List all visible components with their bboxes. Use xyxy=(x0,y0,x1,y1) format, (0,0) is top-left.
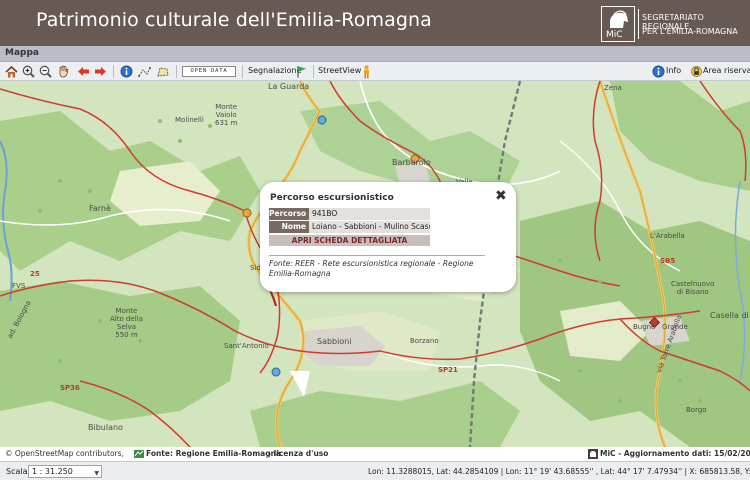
open-data-badge: OPEN DATA xyxy=(182,66,236,77)
place-label: Monte Alto della Selva 550 m xyxy=(110,307,143,339)
info-icon xyxy=(652,65,664,78)
place-label: Farnè xyxy=(89,204,111,213)
reserved-area-link[interactable]: Area riservata xyxy=(703,66,750,75)
open-data-button[interactable]: OPEN DATA xyxy=(181,64,237,79)
measure-line-button[interactable] xyxy=(137,64,151,79)
map-attribution: © OpenStreetMap contributors, Fonte: Reg… xyxy=(0,447,750,461)
road-label: 25 xyxy=(30,270,40,278)
segnalazione-link[interactable]: Segnalazione xyxy=(248,66,301,75)
road-label: SP21 xyxy=(438,366,458,374)
popup-tail xyxy=(290,371,310,397)
measure-line-icon xyxy=(137,66,151,77)
coordinates-readout: Lon: 11.3288015, Lat: 44.2854109 | Lon: … xyxy=(368,467,750,476)
open-detail-sheet-button[interactable]: APRI SCHEDA DETTAGLIATA xyxy=(269,235,430,246)
logo-divider xyxy=(638,9,639,39)
home-button[interactable] xyxy=(4,64,18,79)
place-label: Molinelli xyxy=(175,116,204,124)
streetview-link[interactable]: StreetView xyxy=(318,66,361,75)
mic-logo[interactable]: MiC xyxy=(601,6,635,42)
green-flag-icon xyxy=(297,66,306,78)
popup-source-text: Fonte: REER - Rete escursionistica regio… xyxy=(269,259,474,278)
arrow-right-icon xyxy=(94,67,106,76)
place-label: Borgo xyxy=(686,406,707,414)
scale-value: 1 : 31.250 xyxy=(32,467,73,476)
place-label: Bugne xyxy=(633,323,656,331)
previous-extent-button[interactable] xyxy=(76,64,90,79)
place-label: Castelnuovo di Bisano xyxy=(671,280,715,296)
measure-area-button[interactable] xyxy=(155,64,169,79)
feature-popup: Percorso escursionistico ✖ Percorso 941B… xyxy=(260,182,516,292)
place-label: Barbarolo xyxy=(392,158,431,167)
zoom-out-button[interactable] xyxy=(38,64,52,79)
place-label: Borzano xyxy=(410,337,439,345)
road-label: SB5 xyxy=(660,257,676,265)
place-label: Sabbioni xyxy=(317,337,352,346)
info-link[interactable]: Info xyxy=(666,66,681,75)
streetview-button[interactable] xyxy=(360,64,372,79)
info-icon xyxy=(120,65,132,78)
reserved-area-button[interactable] xyxy=(690,64,702,79)
popup-field-key: Percorso xyxy=(269,208,309,220)
place-label: Sant'Antonio xyxy=(224,342,269,350)
section-bar: Mappa xyxy=(0,46,750,62)
road-label: SP36 xyxy=(60,384,80,392)
popup-field-value: Loiano - Sabbioni - Mulino Scascoli xyxy=(309,221,430,233)
place-label: Monte Vaiolo 631 m xyxy=(215,103,238,127)
popup-close-button[interactable]: ✖ xyxy=(495,189,507,203)
identify-button[interactable] xyxy=(119,64,133,79)
popup-field-value: 941BO xyxy=(309,208,430,220)
pan-button[interactable] xyxy=(56,64,70,79)
place-label: L'Arabella xyxy=(650,232,685,240)
popup-field-key: Nome xyxy=(269,221,309,233)
site-header: Patrimonio culturale dell'Emilia-Romagna… xyxy=(0,0,750,46)
toolbar-divider xyxy=(176,65,177,78)
place-label: Bibulano xyxy=(88,423,123,432)
info-button[interactable] xyxy=(651,64,665,79)
region-logo-icon xyxy=(134,450,144,458)
measure-area-icon xyxy=(156,66,169,77)
osm-attribution-link[interactable]: © OpenStreetMap contributors, xyxy=(5,449,124,458)
house-icon xyxy=(4,65,18,77)
scale-label: Scala: xyxy=(6,467,31,476)
popup-title: Percorso escursionistico xyxy=(270,193,394,203)
toolbar-divider xyxy=(113,65,114,78)
zoom-in-button[interactable] xyxy=(21,64,35,79)
logo-text-line2: PER L'EMILIA-ROMAGNA xyxy=(642,27,738,36)
arrow-left-icon xyxy=(77,67,89,76)
mic-emblem-icon xyxy=(610,10,628,28)
zoom-in-icon xyxy=(22,65,35,78)
segnalazione-button[interactable] xyxy=(295,64,307,79)
place-label: Casella di xyxy=(710,311,749,320)
chevron-down-icon: ▼ xyxy=(94,470,99,477)
site-title: Patrimonio culturale dell'Emilia-Romagna xyxy=(36,9,432,31)
place-label: Zena xyxy=(604,84,622,92)
toolbar-divider xyxy=(242,65,243,78)
hand-icon xyxy=(59,65,68,78)
data-update-text: MiC - Aggiornamento dati: 15/02/2023 xyxy=(600,449,750,458)
logo-mark-text: MiC xyxy=(606,30,623,40)
zoom-out-icon xyxy=(39,65,52,78)
toolbar-divider xyxy=(313,65,314,78)
lock-icon xyxy=(690,66,702,77)
popup-divider xyxy=(269,255,485,256)
map-toolbar: OPEN DATA Segnalazione StreetView Info A… xyxy=(0,62,750,81)
section-title: Mappa xyxy=(5,48,39,58)
pegman-icon xyxy=(363,64,369,78)
app-window: Patrimonio culturale dell'Emilia-Romagna… xyxy=(0,0,750,480)
next-extent-button[interactable] xyxy=(93,64,107,79)
region-attribution: Fonte: Regione Emilia-Romagna xyxy=(146,449,281,458)
status-bar: Scala: 1 : 31.250 ▼ Lon: 11.3288015, Lat… xyxy=(0,461,750,480)
road-label: FVS xyxy=(12,282,26,290)
place-label: La Guarda xyxy=(268,82,310,91)
mic-small-logo-icon xyxy=(588,449,598,459)
scale-select[interactable]: 1 : 31.250 ▼ xyxy=(28,465,102,478)
license-link[interactable]: - licenza d'uso xyxy=(268,449,328,458)
